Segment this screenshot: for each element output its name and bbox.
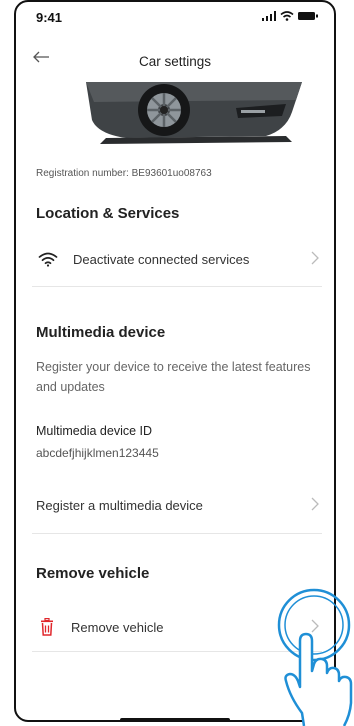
battery-icon [298, 12, 318, 20]
signal-icon [262, 11, 276, 21]
multimedia-device-id-label: Multimedia device ID [36, 424, 153, 438]
multimedia-description: Register your device to receive the late… [36, 360, 311, 394]
page-title: Car settings [138, 54, 212, 69]
section-title-multimedia-device: Multimedia device [36, 324, 166, 341]
home-indicator [120, 718, 230, 720]
header: Car settings [16, 42, 334, 82]
status-icons [262, 11, 318, 21]
status-bar: 9:41 [16, 2, 334, 28]
section-title-remove-vehicle: Remove vehicle [36, 565, 150, 582]
multimedia-device-id-value: abcdefjhijklmen123445 [36, 446, 159, 460]
remove-vehicle-label: Remove vehicle [71, 620, 164, 635]
deactivate-connected-services-row[interactable]: Deactivate connected services [32, 240, 322, 280]
wifi-icon [38, 252, 58, 267]
tap-gesture-hand-icon [277, 588, 353, 726]
register-multimedia-device-label: Register a multimedia device [36, 498, 203, 513]
section-title-location-services: Location & Services [36, 205, 180, 222]
divider [32, 533, 322, 534]
status-time: 9:41 [36, 10, 63, 25]
chevron-right-icon [311, 497, 319, 511]
chevron-right-icon [311, 251, 319, 265]
trash-icon [41, 618, 53, 636]
divider [32, 286, 322, 287]
car-image [86, 82, 302, 144]
deactivate-connected-services-label: Deactivate connected services [73, 252, 250, 267]
register-multimedia-device-row[interactable]: Register a multimedia device [32, 486, 322, 526]
wifi-status-icon [280, 11, 294, 21]
registration-number: Registration number: BE93601uo08763 [36, 168, 212, 179]
